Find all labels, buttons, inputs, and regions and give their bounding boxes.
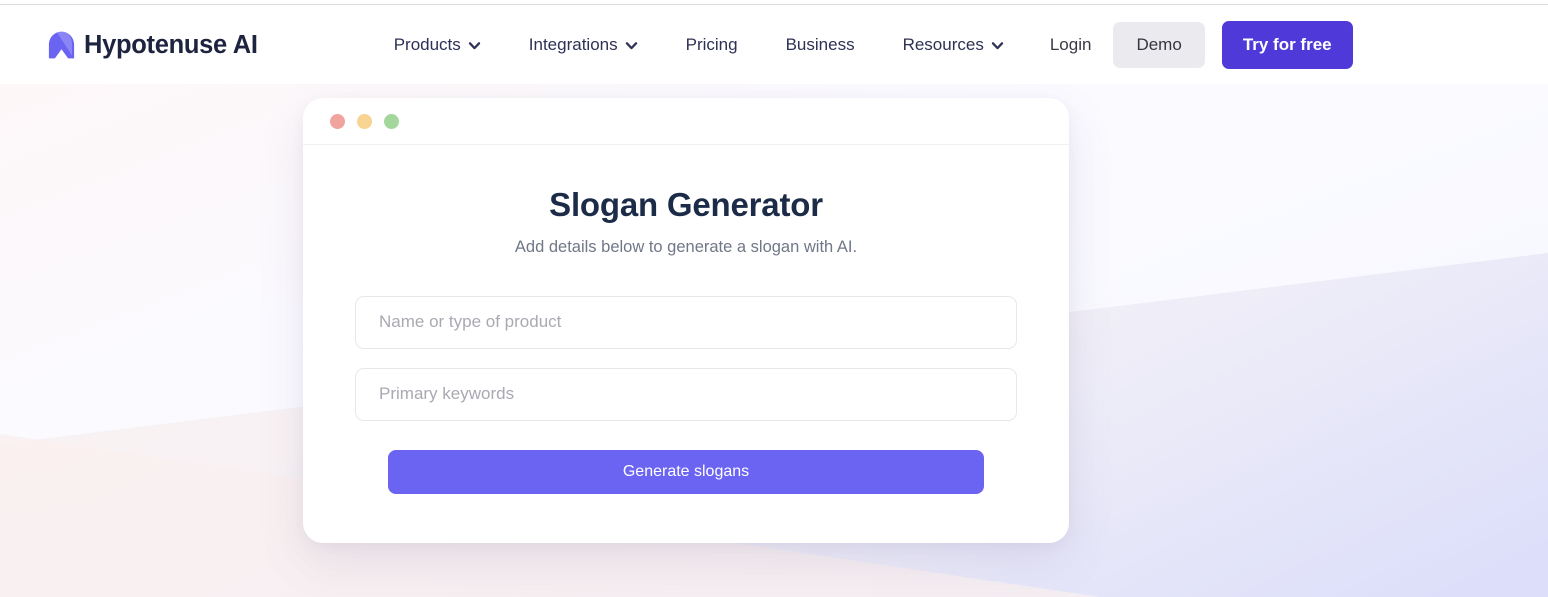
- product-name-input[interactable]: [355, 295, 1017, 349]
- brand-name: Hypotenuse AI: [84, 30, 258, 59]
- nav-item-pricing-label: Pricing: [685, 35, 738, 54]
- chevron-down-icon: [625, 41, 637, 49]
- minimize-dot-icon[interactable]: [357, 113, 372, 129]
- browser-chrome-edge: [0, 0, 1548, 5]
- primary-keywords-input[interactable]: [355, 367, 1017, 421]
- slogan-form: Generate slogans: [355, 295, 1017, 494]
- close-dot-icon[interactable]: [330, 113, 345, 129]
- nav-item-resources[interactable]: Resources: [879, 35, 1028, 55]
- site-header: Hypotenuse AI Products Integrations Pric…: [0, 6, 1548, 84]
- try-for-free-button[interactable]: Try for free: [1221, 21, 1353, 69]
- nav-item-products-label: Products: [393, 35, 461, 54]
- page-subtitle: Add details below to generate a slogan w…: [514, 237, 858, 256]
- primary-navigation: Products Integrations Pricing Business R…: [370, 35, 1028, 55]
- header-actions: Login Demo Try for free: [1028, 21, 1353, 69]
- nav-item-integrations-label: Integrations: [528, 35, 618, 54]
- brand-logo-link[interactable]: Hypotenuse AI: [48, 31, 258, 60]
- card-titlebar: [303, 98, 1069, 145]
- hypotenuse-arch-logo-icon: [48, 31, 75, 59]
- nav-item-business[interactable]: Business: [762, 35, 879, 55]
- nav-item-business-label: Business: [785, 35, 855, 54]
- maximize-dot-icon[interactable]: [384, 113, 399, 129]
- nav-item-integrations[interactable]: Integrations: [505, 35, 662, 55]
- nav-item-pricing[interactable]: Pricing: [662, 35, 762, 55]
- page-title: Slogan Generator: [549, 186, 823, 223]
- generate-slogans-button[interactable]: Generate slogans: [388, 449, 984, 494]
- card-body: Slogan Generator Add details below to ge…: [303, 145, 1069, 494]
- page-root: Hypotenuse AI Products Integrations Pric…: [0, 0, 1548, 597]
- chevron-down-icon: [991, 41, 1004, 49]
- nav-item-products[interactable]: Products: [370, 35, 505, 55]
- demo-button[interactable]: Demo: [1113, 22, 1205, 68]
- slogan-generator-card: Slogan Generator Add details below to ge…: [303, 98, 1069, 543]
- chevron-down-icon: [468, 41, 480, 49]
- login-link[interactable]: Login: [1028, 35, 1114, 55]
- nav-item-resources-label: Resources: [902, 35, 984, 54]
